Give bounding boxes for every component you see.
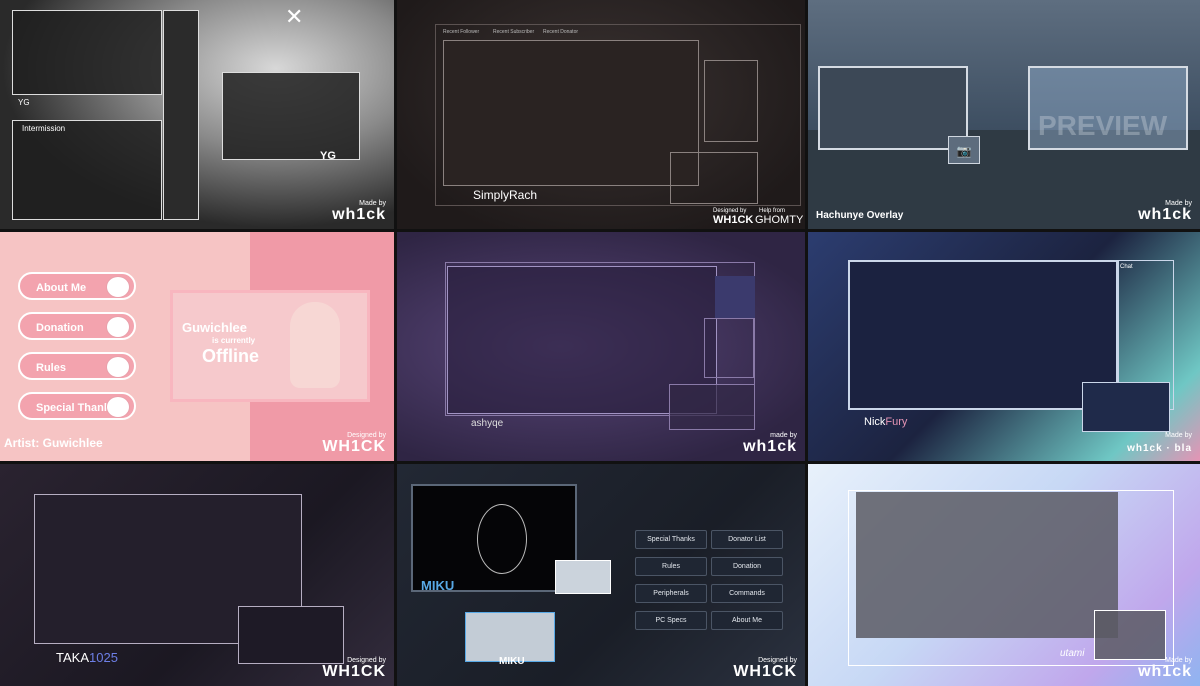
camera-frame-right xyxy=(222,72,360,160)
offline-subtitle: is currently xyxy=(212,336,256,345)
artist-credit: Artist: Guwichlee xyxy=(4,436,103,450)
chibi-face-icon xyxy=(106,276,130,298)
credit: Designed by WH1CK xyxy=(322,432,386,455)
panel-special-thanks[interactable]: Special Thanks xyxy=(635,530,707,549)
overlay-preview-monochrome: YG Intermission YG ✕ Made by wh1ck xyxy=(0,0,394,229)
offline-frame xyxy=(170,290,370,402)
circles-art xyxy=(477,504,527,574)
main-camera-frame xyxy=(856,492,1118,638)
overlay-preview-simplyrach: Recent Follower Recent Subscriber Recent… xyxy=(397,0,805,229)
button-special-thanks[interactable]: Special Thanks xyxy=(18,392,136,420)
offline-status: Offline xyxy=(202,346,259,366)
overlay-preview-utami: utami Made by wh1ck xyxy=(808,464,1200,686)
credit: Designed by WH1CK xyxy=(733,657,797,680)
credit: Made by wh1ck · bla xyxy=(1127,432,1192,454)
overlay-title: Hachunye Overlay xyxy=(816,210,904,221)
credit: Made by wh1ck xyxy=(332,200,386,223)
webcam-frame xyxy=(669,384,755,430)
webcam-frame xyxy=(238,606,344,664)
tab-recent-follower: Recent Follower xyxy=(443,29,480,35)
webcam-frame xyxy=(670,152,758,204)
overlay-preview-taka: TAKA1025 Designed by WH1CK xyxy=(0,464,394,686)
credit: made by wh1ck xyxy=(743,432,797,455)
credit-help-name: GHOMTY xyxy=(755,214,804,226)
panel-donation[interactable]: Donation xyxy=(711,557,783,576)
signature: utami xyxy=(1060,648,1085,659)
webcam-frame xyxy=(555,560,611,594)
intermission-label: Intermission xyxy=(22,124,66,133)
cam-label-top: YG xyxy=(18,98,30,107)
overlay-preview-guwichlee: About Me Donation Rules Special Thanks G… xyxy=(0,232,394,461)
side-strip xyxy=(163,10,199,220)
character-art xyxy=(715,276,755,318)
overlay-preview-ashyqe: ashyqe made by wh1ck xyxy=(397,232,805,461)
cam-label-right: YG xyxy=(320,150,336,162)
overlay-preview-hachunye: 📷 PREVIEW Hachunye Overlay Made by wh1ck xyxy=(808,0,1200,229)
button-about-me[interactable]: About Me xyxy=(18,272,136,300)
credit-designed-name: WH1CK xyxy=(713,214,754,226)
x-mark-icon: ✕ xyxy=(285,4,304,29)
main-camera-frame xyxy=(848,260,1118,410)
streamer-name: TAKA1025 xyxy=(56,650,118,665)
credit: Made by wh1ck xyxy=(1138,657,1192,680)
panel-rules[interactable]: Rules xyxy=(635,557,707,576)
preview-watermark: PREVIEW xyxy=(1038,110,1168,141)
streamer-name: ashyqe xyxy=(471,418,504,429)
streamer-name-top: MIKU xyxy=(421,578,455,593)
main-camera-frame xyxy=(443,40,699,186)
tab-recent-donator: Recent Donator xyxy=(543,29,579,35)
panel-commands[interactable]: Commands xyxy=(711,584,783,603)
chibi-character xyxy=(290,302,340,388)
webcam-frame xyxy=(1082,382,1170,432)
panel-donator-list[interactable]: Donator List xyxy=(711,530,783,549)
side-frame xyxy=(704,60,758,142)
streamer-name: SimplyRach xyxy=(473,188,538,202)
button-donation[interactable]: Donation xyxy=(18,312,136,340)
overlay-preview-nickfury: Chat NickFury Made by wh1ck · bla xyxy=(808,232,1200,461)
side-frame xyxy=(704,318,754,378)
chibi-face-icon xyxy=(106,356,130,378)
overlay-preview-miku: MIKU MIKU Special Thanks Donator List Ru… xyxy=(397,464,805,686)
camera-frame xyxy=(818,66,968,150)
overlay-gallery: YG Intermission YG ✕ Made by wh1ck Recent… xyxy=(0,0,1200,686)
credit: Designed by WH1CK xyxy=(322,657,386,680)
panel-about-me[interactable]: About Me xyxy=(711,611,783,630)
chibi-face-icon xyxy=(106,316,130,338)
credit: Made by wh1ck xyxy=(1138,200,1192,223)
streamer-name-bottom: MIKU xyxy=(499,656,525,667)
streamer-name: NickFury xyxy=(864,416,908,428)
offline-name: Guwichlee xyxy=(182,320,248,335)
webcam-frame-2 xyxy=(465,612,555,662)
panel-pc-specs[interactable]: PC Specs xyxy=(635,611,707,630)
panel-peripherals[interactable]: Peripherals xyxy=(635,584,707,603)
tab-recent-subscriber: Recent Subscriber xyxy=(493,29,535,35)
chat-label: Chat xyxy=(1120,264,1133,270)
chibi-face-icon xyxy=(106,396,130,418)
webcam-frame xyxy=(1094,610,1166,660)
camera-frame xyxy=(12,10,162,95)
intermission-frame xyxy=(12,120,162,220)
camera-icon: 📷 xyxy=(948,136,980,164)
button-rules[interactable]: Rules xyxy=(18,352,136,380)
